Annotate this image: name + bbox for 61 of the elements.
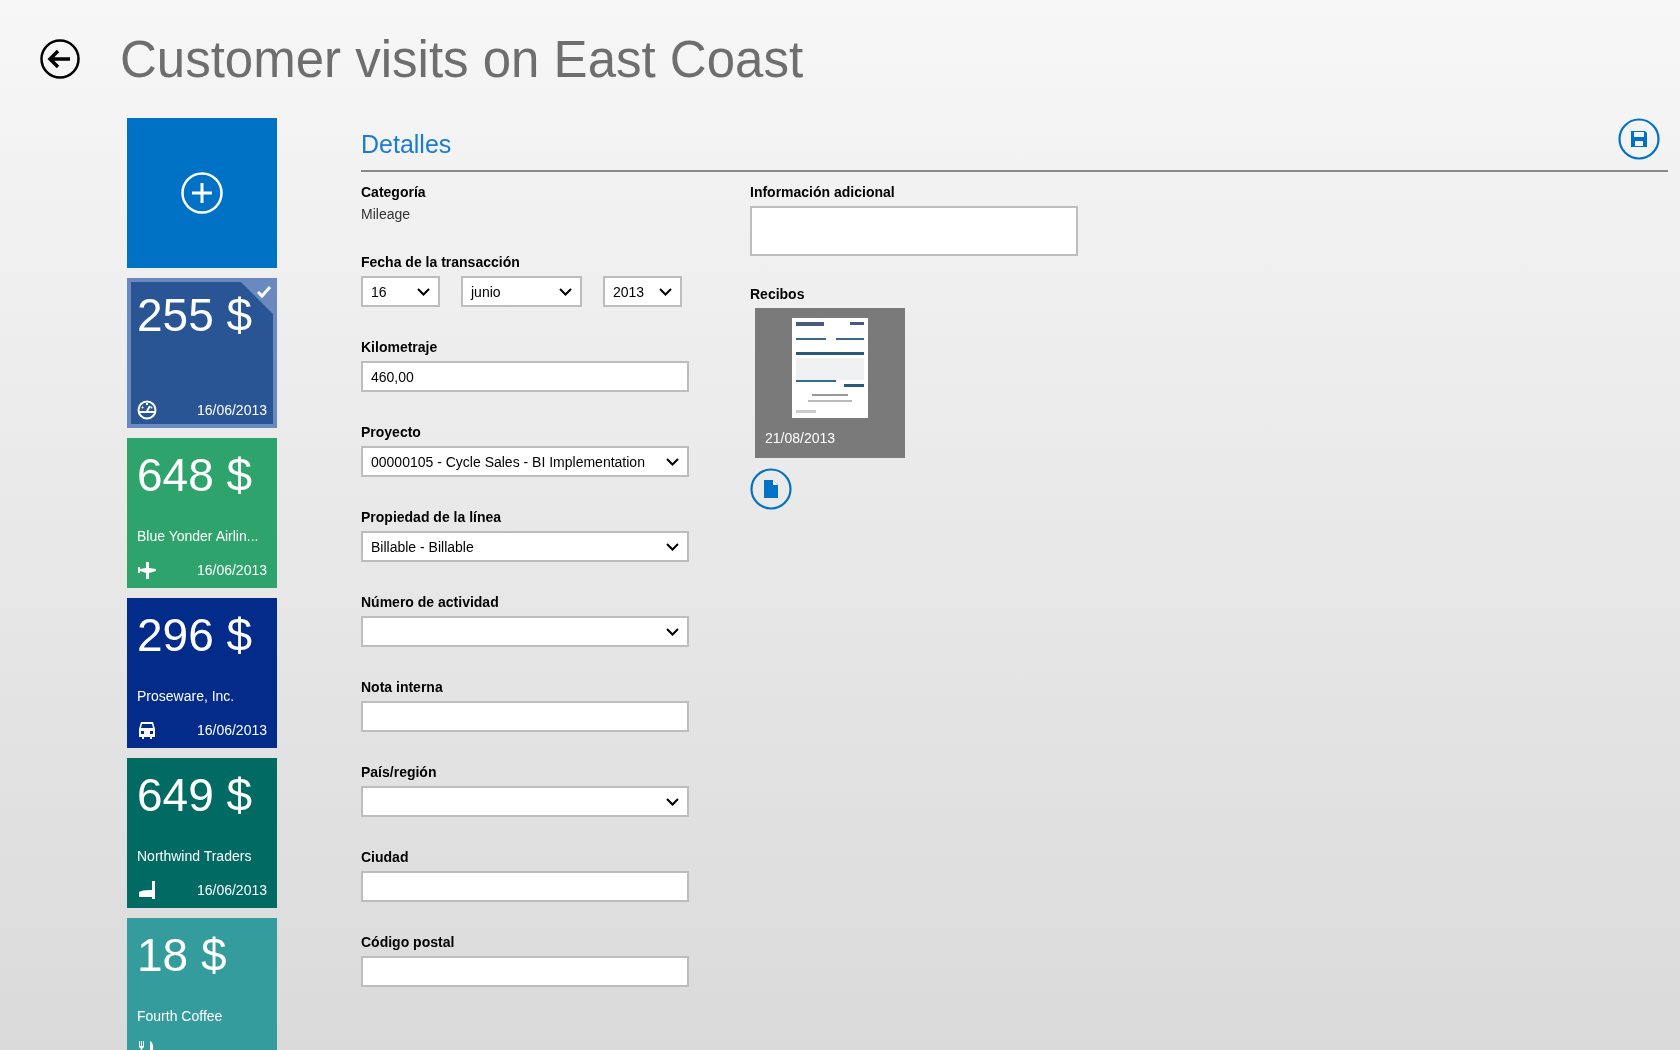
merchant-name: Blue Yonder Airlin...	[137, 528, 259, 544]
field-label: Proyecto	[361, 424, 422, 440]
field-label: País/región	[361, 764, 438, 780]
expense-date: 16/06/2013	[196, 402, 267, 418]
receipt-thumbnail[interactable]: 21/08/2013	[755, 308, 905, 458]
dropdown[interactable]: junio	[461, 276, 582, 307]
field-label: Número de actividad	[361, 594, 500, 610]
section-title: Detalles	[361, 129, 452, 159]
dropdown[interactable]	[361, 616, 689, 647]
merchant-name: Northwind Traders	[137, 848, 252, 864]
amount: 296 $	[137, 612, 253, 658]
chevron-icon	[666, 457, 679, 466]
chevron-icon	[559, 287, 572, 296]
page-title: Customer visits on East Coast	[120, 29, 804, 89]
amount: 255 $	[137, 292, 253, 338]
amount: 18 $	[137, 932, 227, 978]
expense-date: 16/06/2013	[196, 722, 267, 738]
merchant-name: Fourth Coffee	[137, 1008, 223, 1024]
field-label: Recibos	[750, 286, 806, 302]
input-field[interactable]: 460,00	[361, 361, 689, 392]
field-label: Kilometraje	[361, 339, 439, 355]
field-label: Categoría	[361, 184, 427, 200]
receipt-date: 21/08/2013	[765, 430, 836, 446]
input-field[interactable]	[361, 871, 689, 902]
field-label: Código postal	[361, 934, 456, 950]
field-value: Mileage	[361, 206, 412, 222]
attach-document-button[interactable]	[750, 468, 792, 510]
expense-date: 16/06/2013	[196, 562, 267, 578]
car-icon	[137, 720, 157, 740]
save-button[interactable]	[1618, 118, 1660, 160]
input-field[interactable]	[750, 206, 1078, 256]
input-field[interactable]	[361, 956, 689, 987]
airplane-icon	[137, 560, 157, 580]
dropdown[interactable]: 00000105 - Cycle Sales - BI Implementation	[361, 446, 689, 477]
field-label: Información adicional	[750, 184, 896, 200]
add-tile[interactable]	[127, 118, 277, 268]
field-label: Propiedad de la línea	[361, 509, 503, 525]
expense-tile[interactable]: 296 $ Proseware, Inc. 16/06/2013	[127, 598, 277, 748]
chevron-icon	[417, 287, 430, 296]
expense-date: 16/06/2013	[196, 882, 267, 898]
speedometer-icon	[137, 400, 157, 420]
merchant-name: Proseware, Inc.	[137, 688, 235, 704]
add-icon	[181, 172, 223, 214]
amount: 649 $	[137, 772, 253, 818]
back-button[interactable]	[40, 39, 80, 79]
chevron-icon	[666, 797, 679, 806]
field-label: Nota interna	[361, 679, 444, 695]
field-label: Ciudad	[361, 849, 410, 865]
input-field[interactable]	[361, 701, 689, 732]
expense-tile[interactable]: 255 $ 16/06/2013	[127, 278, 277, 428]
dropdown[interactable]: 2013	[603, 276, 682, 307]
expense-tile[interactable]: 649 $ Northwind Traders 16/06/2013	[127, 758, 277, 908]
field-label: Fecha de la transacción	[361, 254, 521, 270]
dropdown[interactable]	[361, 786, 689, 817]
dropdown[interactable]: Billable - Billable	[361, 531, 689, 562]
dropdown[interactable]: 16	[361, 276, 440, 307]
chevron-icon	[666, 627, 679, 636]
chevron-icon	[659, 287, 672, 296]
bed-icon	[137, 880, 157, 900]
amount: 648 $	[137, 452, 253, 498]
chevron-icon	[666, 542, 679, 551]
